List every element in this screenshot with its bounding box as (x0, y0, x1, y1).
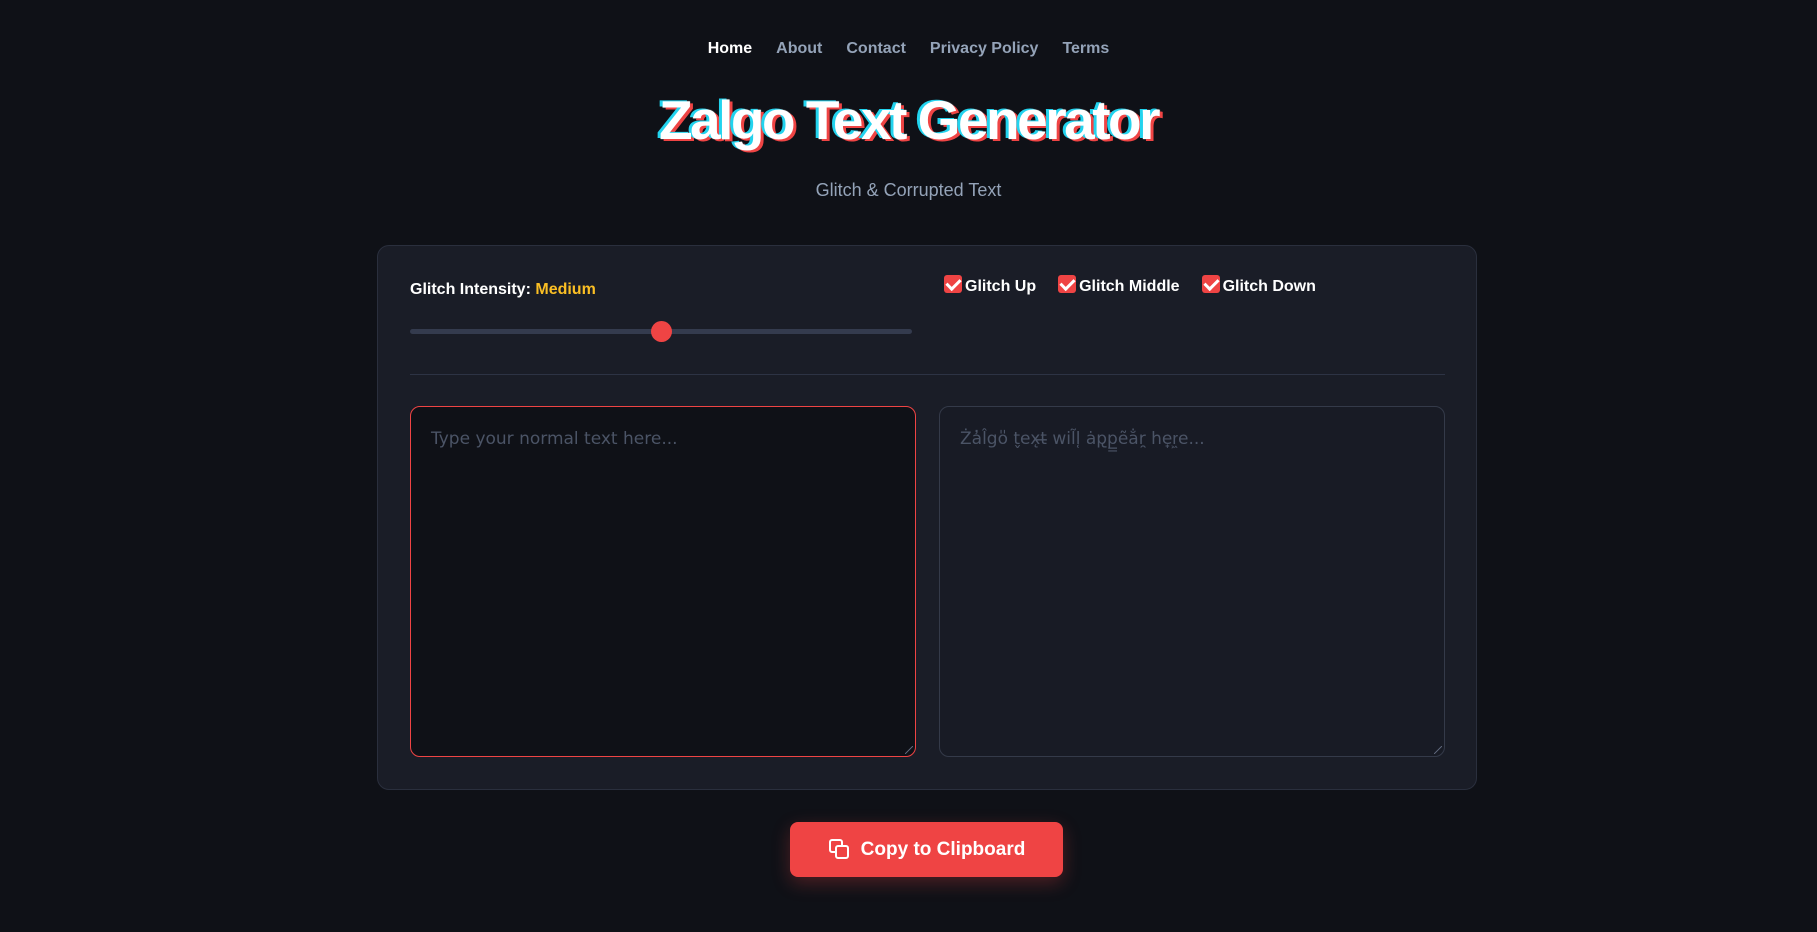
glitch-options: Glitch Up Glitch Middle Glitch Down (944, 275, 1316, 296)
copy-icon (828, 838, 852, 862)
checkbox-checked-icon[interactable] (1201, 275, 1220, 293)
copy-to-clipboard-button[interactable]: Copy to Clipboard (790, 822, 1063, 877)
resize-handle-icon[interactable] (1434, 746, 1442, 754)
intensity-slider[interactable] (410, 321, 912, 342)
intensity-label: Glitch Intensity: Medium (410, 281, 596, 299)
checkbox-checked-icon[interactable] (944, 275, 962, 293)
nav-privacy-policy-link[interactable]: Privacy Policy (930, 40, 1039, 58)
glitch-middle-label: Glitch Middle (1079, 278, 1180, 295)
output-placeholder: Ża̓l̂go̎ t̬ex̨t̶ wil̃l̜ ȧp̢p̳ẽa̐r̯ he̟r͖… (960, 429, 1205, 449)
nav-home-link[interactable]: Home (708, 40, 752, 58)
glitch-up-checkbox[interactable]: Glitch Up (944, 275, 1037, 296)
glitch-middle-checkbox[interactable]: Glitch Middle (1058, 275, 1180, 296)
page-subtitle: Glitch & Corrupted Text (815, 180, 1002, 200)
glitch-down-label: Glitch Down (1222, 278, 1316, 295)
divider (410, 374, 1445, 375)
resize-handle-icon[interactable] (905, 746, 913, 754)
nav-contact-link[interactable]: Contact (846, 40, 906, 58)
nav-about-link[interactable]: About (776, 40, 822, 58)
output-textarea[interactable]: Ża̓l̂go̎ t̬ex̨t̶ wil̃l̜ ȧp̢p̳ẽa̐r̯ he̟r͖… (939, 406, 1445, 757)
input-placeholder: Type your normal text here... (431, 429, 678, 449)
checkbox-checked-icon[interactable] (1058, 275, 1077, 293)
nav-terms-link[interactable]: Terms (1062, 40, 1109, 58)
intensity-label-text: Glitch Intensity: (410, 281, 531, 298)
glitch-down-checkbox[interactable]: Glitch Down (1201, 275, 1316, 296)
top-nav: Home About Contact Privacy Policy Terms (0, 40, 1817, 58)
glitch-up-label: Glitch Up (965, 278, 1037, 295)
input-textarea[interactable]: Type your normal text here... (410, 406, 916, 757)
intensity-value: Medium (535, 281, 596, 298)
generator-panel: Glitch Intensity: Medium Glitch Up Glitc… (377, 245, 1477, 790)
copy-button-label: Copy to Clipboard (860, 838, 1026, 860)
slider-thumb[interactable] (651, 321, 672, 342)
page-title: Zalgo Text Generator (658, 89, 1161, 151)
